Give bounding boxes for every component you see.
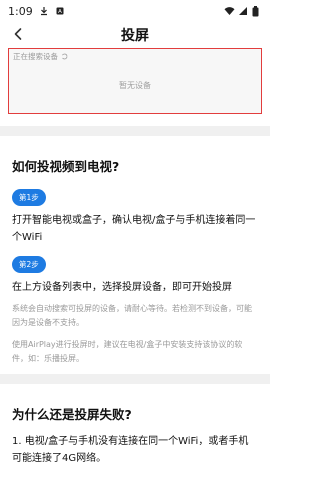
step1-badge: 第1步 [12,189,46,206]
step2-badge: 第2步 [12,256,46,273]
step1-text: 打开智能电视或盒子，确认电视/盒子与手机连接着同一个WiFi [12,215,256,243]
svg-text:A: A [58,9,62,15]
howto-section: 如何投视频到电视? 第1步 打开智能电视或盒子，确认电视/盒子与手机连接着同一个… [0,156,270,366]
device-list-panel[interactable]: 正在搜索设备 暂无设备 [8,48,262,114]
sim-icon: A [55,6,65,16]
status-right [224,6,262,17]
section-divider-2 [0,374,270,384]
back-button[interactable] [8,25,28,45]
howto-title: 如何投视频到电视? [12,159,120,174]
searching-label: 正在搜索设备 [13,52,58,61]
searching-status: 正在搜索设备 [13,51,68,62]
cast-screen: 1:09 A 投屏 正在搜索设备 暂无设备 如何投视频到电视? 第1步 打开智能… [0,0,270,480]
note-airplay: 使用AirPlay进行投屏时，建议在电视/盒子中安装支持该协议的软件，如：乐播投… [12,340,243,363]
download-icon [39,6,49,16]
fail-section: 为什么还是投屏失败? 1. 电视/盒子与手机没有连接在同一个WiFi，或者手机可… [0,404,270,467]
signal-icon [238,6,248,16]
status-time: 1:09 [8,4,33,18]
empty-device-text: 暂无设备 [119,81,151,90]
wifi-icon [224,6,235,16]
fail-title: 为什么还是投屏失败? [12,407,132,422]
page-title: 投屏 [121,28,149,44]
chevron-left-icon [12,26,24,45]
loading-spinner-icon [61,53,68,60]
status-left: 1:09 A [8,5,65,18]
status-bar: 1:09 A [0,0,270,22]
section-divider [0,126,270,136]
note-auto-search: 系统会自动搜索可投屏的设备，请耐心等待。若检测不到设备，可能因为是设备不支持。 [12,304,252,327]
top-app-bar: 投屏 [0,22,270,48]
battery-icon [252,6,262,17]
fail-item-1: 1. 电视/盒子与手机没有连接在同一个WiFi，或者手机可能连接了4G网络。 [12,436,249,464]
step2-text: 在上方设备列表中，选择投屏设备，即可开始投屏 [12,282,232,293]
